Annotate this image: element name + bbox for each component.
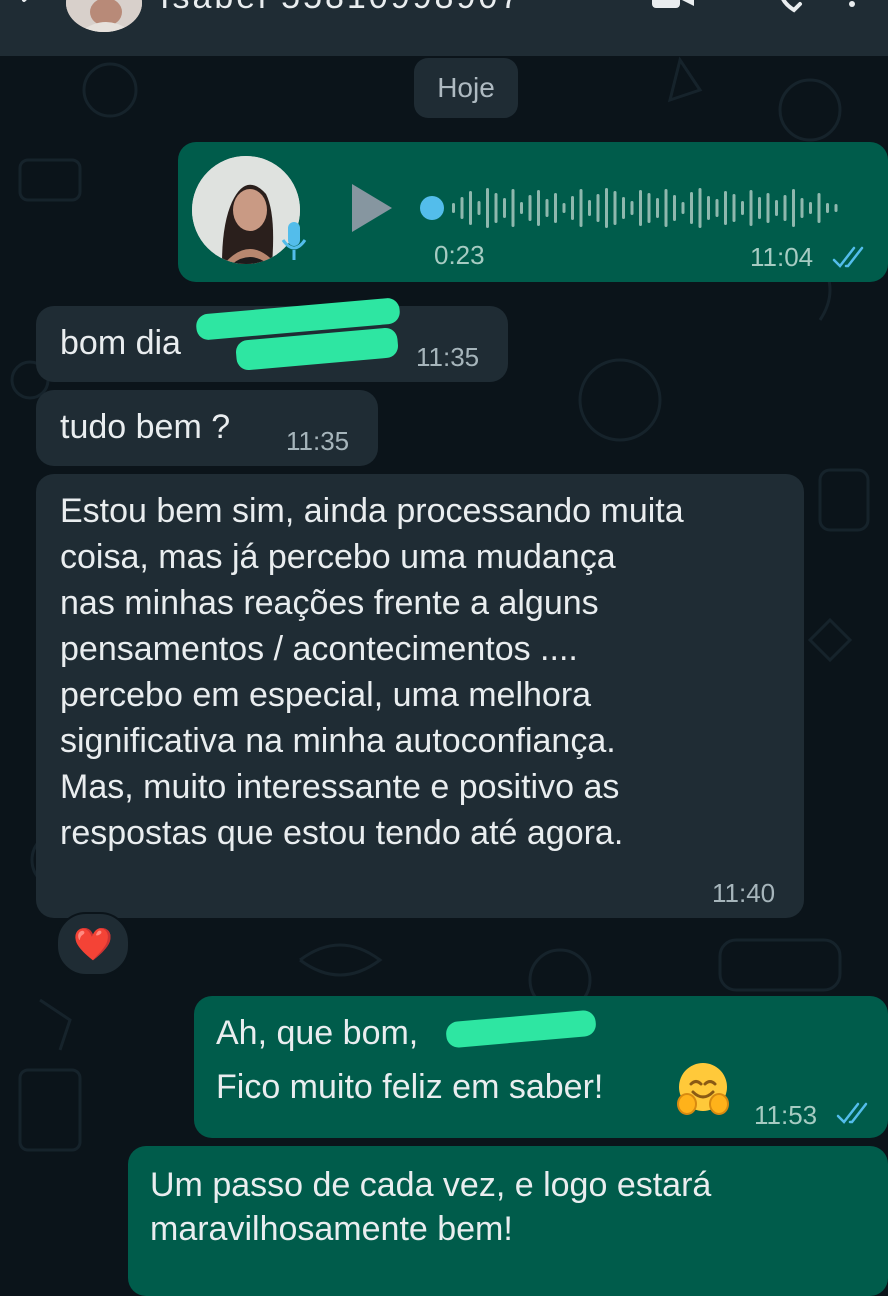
incoming-message[interactable]: tudo bem ? 11:35 [36, 390, 378, 466]
heart-reaction[interactable]: ❤️ [56, 912, 130, 976]
outgoing-audio-message[interactable]: 0:23 11:04 [178, 142, 888, 282]
message-line: pensamentos / acontecimentos .... [60, 630, 578, 668]
message-text: bom dia [60, 324, 181, 362]
microphone-icon [281, 222, 307, 260]
video-call-icon[interactable] [650, 0, 696, 12]
message-line: maravilhosamente bem! [150, 1210, 513, 1248]
read-receipt-icon [832, 246, 864, 268]
contact-title[interactable]: Isabel 55810998907 [160, 0, 522, 17]
message-text: tudo bem ? [60, 408, 231, 446]
chat-header: Isabel 55810998907 [0, 0, 888, 56]
message-time: 11:35 [286, 426, 350, 456]
message-line: Fico muito feliz em saber! [216, 1068, 604, 1106]
voice-call-icon[interactable] [776, 0, 808, 14]
outgoing-message[interactable]: Um passo de cada vez, e logo estará mara… [128, 1146, 888, 1296]
audio-duration: 0:23 [434, 240, 485, 270]
message-line: respostas que estou tendo até agora. [60, 814, 624, 852]
back-arrow-icon[interactable] [14, 0, 44, 16]
message-line: Ah, que bom, [216, 1014, 419, 1052]
audio-waveform[interactable] [418, 180, 858, 236]
message-time: 11:53 [754, 1100, 818, 1130]
message-line: significativa na minha autoconfiança. [60, 722, 616, 760]
message-line: coisa, mas já percebo uma mudança [60, 538, 616, 576]
message-time: 11:35 [416, 342, 480, 372]
hugging-face-emoji-icon [677, 1063, 729, 1115]
contact-avatar[interactable] [66, 0, 142, 32]
message-time: 11:40 [712, 878, 776, 908]
message-line: Um passo de cada vez, e logo estará [150, 1166, 712, 1204]
message-time: 11:04 [750, 242, 814, 272]
heart-icon: ❤️ [73, 926, 113, 962]
message-line: nas minhas reações frente a alguns [60, 584, 599, 622]
menu-icon[interactable] [842, 0, 862, 20]
playback-position-dot [420, 196, 444, 220]
read-receipt-icon [836, 1102, 868, 1124]
date-chip: Hoje [414, 58, 518, 118]
message-line: percebo em especial, uma melhora [60, 676, 592, 714]
message-line: Estou bem sim, ainda processando muita [60, 492, 684, 530]
message-line: Mas, muito interessante e positivo as [60, 768, 620, 806]
incoming-message[interactable]: Estou bem sim, ainda processando muita c… [36, 474, 804, 918]
play-button[interactable] [348, 182, 396, 234]
